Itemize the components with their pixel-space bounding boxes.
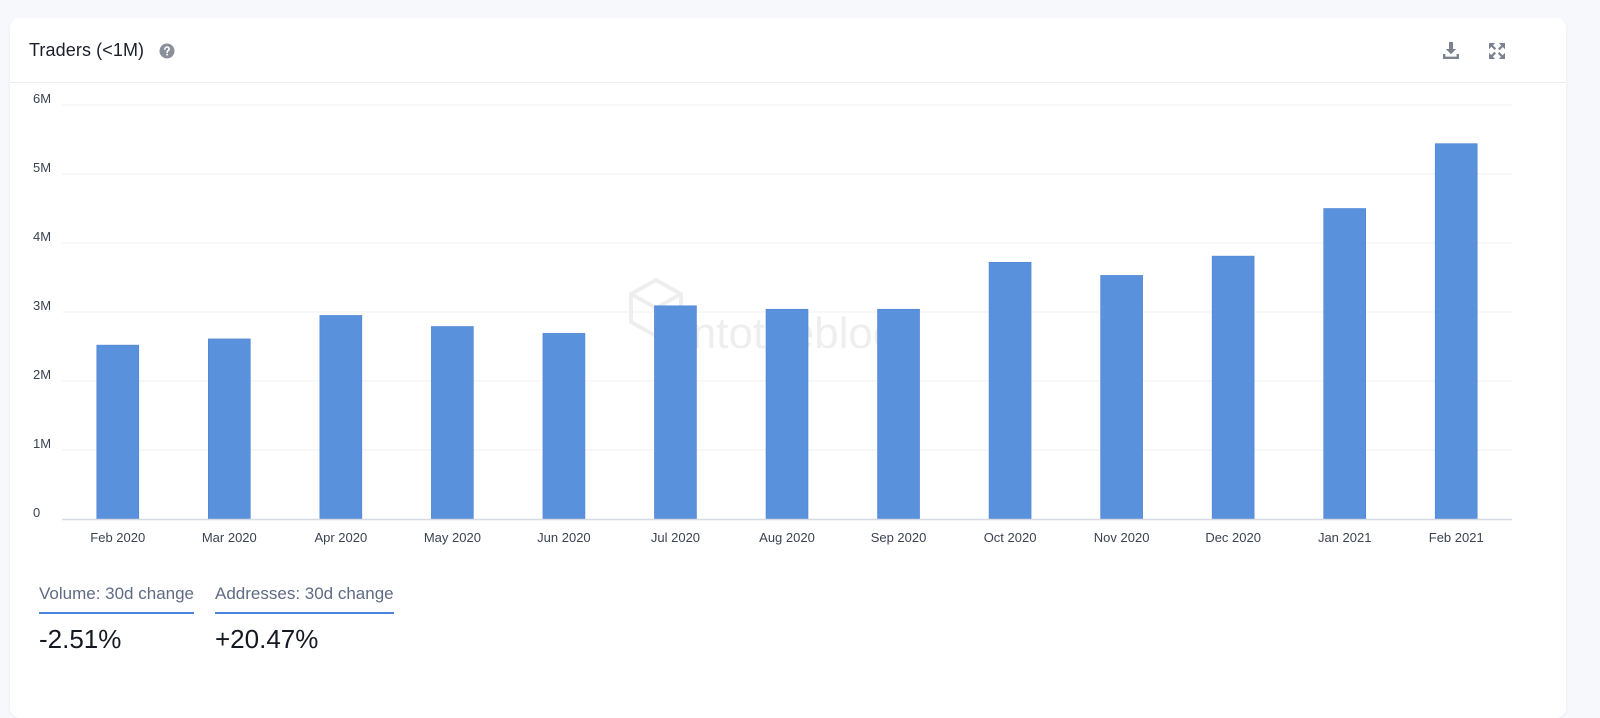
y-tick-label: 2M bbox=[33, 367, 51, 382]
stat-addresses-change: Addresses: 30d change +20.47% bbox=[215, 584, 394, 655]
stat-volume-value: -2.51% bbox=[39, 624, 122, 654]
bar-jul-2020[interactable] bbox=[654, 305, 697, 520]
stat-volume-label[interactable]: Volume: 30d change bbox=[39, 584, 195, 614]
bar-sep-2020[interactable] bbox=[877, 308, 920, 520]
x-tick-label: Aug 2020 bbox=[759, 530, 815, 545]
bar-may-2020[interactable] bbox=[431, 326, 474, 520]
x-tick-label: Oct 2020 bbox=[984, 530, 1037, 545]
bar-nov-2020[interactable] bbox=[1100, 275, 1143, 520]
bar-jun-2020[interactable] bbox=[542, 333, 586, 520]
x-tick-label: Jan 2021 bbox=[1318, 530, 1372, 545]
x-tick-label: Jul 2020 bbox=[651, 530, 700, 545]
stat-addresses-label[interactable]: Addresses: 30d change bbox=[215, 584, 394, 614]
bar-apr-2020[interactable] bbox=[319, 315, 363, 520]
y-tick-label: 0 bbox=[33, 505, 40, 520]
y-tick-label: 6M bbox=[33, 91, 51, 106]
stat-addresses-value: +20.47% bbox=[215, 624, 319, 654]
bar-oct-2020[interactable] bbox=[988, 262, 1032, 520]
x-tick-label: Feb 2020 bbox=[90, 530, 145, 545]
bar-dec-2020[interactable] bbox=[1211, 255, 1255, 520]
x-tick-label: Nov 2020 bbox=[1094, 530, 1150, 545]
x-tick-label: Apr 2020 bbox=[314, 530, 367, 545]
bar-feb-2020[interactable] bbox=[96, 344, 140, 520]
traders-card: Traders (<1M) intotheblock 01M2M3M bbox=[10, 18, 1566, 718]
bar-jan-2021[interactable] bbox=[1323, 208, 1366, 520]
y-tick-label: 4M bbox=[33, 229, 51, 244]
x-tick-label: Sep 2020 bbox=[871, 530, 927, 545]
bar-aug-2020[interactable] bbox=[765, 308, 809, 520]
bar-feb-2021[interactable] bbox=[1434, 143, 1478, 520]
stat-volume-change: Volume: 30d change -2.51% bbox=[39, 584, 195, 655]
x-tick-label: Jun 2020 bbox=[537, 530, 591, 545]
x-tick-label: Feb 2021 bbox=[1429, 530, 1484, 545]
x-tick-label: May 2020 bbox=[424, 530, 481, 545]
bar-mar-2020[interactable] bbox=[208, 338, 251, 520]
y-tick-label: 3M bbox=[33, 298, 51, 313]
y-tick-label: 5M bbox=[33, 160, 51, 175]
x-tick-label: Dec 2020 bbox=[1205, 530, 1261, 545]
y-tick-label: 1M bbox=[33, 436, 51, 451]
bar-chart: intotheblock 01M2M3M4M5M6MFeb 2020Mar 20… bbox=[33, 91, 1512, 545]
x-tick-label: Mar 2020 bbox=[202, 530, 257, 545]
